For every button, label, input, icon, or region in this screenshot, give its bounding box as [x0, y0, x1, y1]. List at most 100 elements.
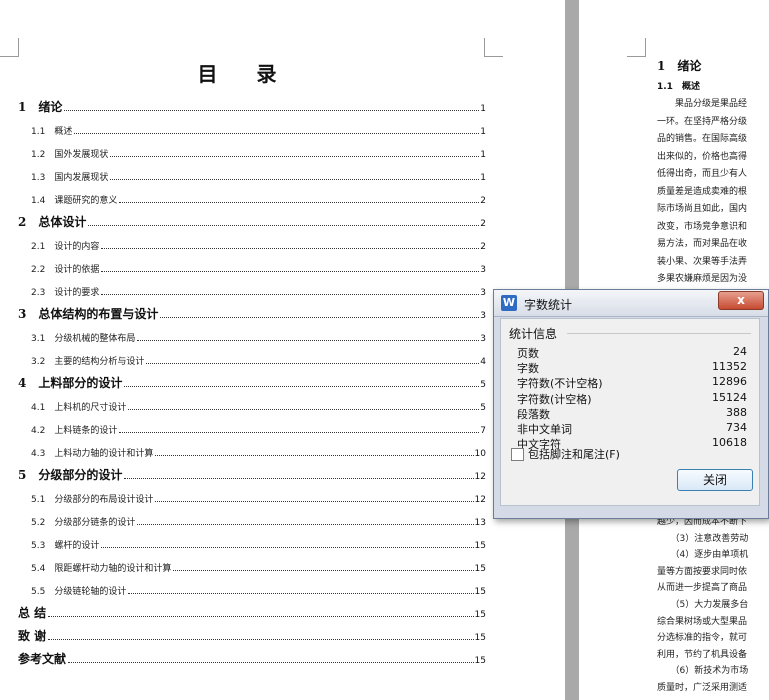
toc-entry[interactable]: 2.2 设计的依据 3: [18, 255, 486, 278]
toc-entry[interactable]: 5.5 分级链轮轴的设计 15: [18, 577, 486, 600]
body-text-line: （4）逐步由单项机: [657, 550, 749, 561]
toc-entry[interactable]: 3.2 主要的结构分析与设计 4: [18, 347, 486, 370]
group-divider: [567, 333, 751, 334]
stat-label: 字数: [517, 362, 539, 376]
toc-entry[interactable]: 5 分级部分的设计 12: [18, 462, 486, 485]
toc-entry-label: 1.2 国外发展现状: [31, 150, 109, 161]
stats-group-label: 统计信息: [509, 327, 558, 341]
toc-entry[interactable]: 5.4 限距螺杆动力轴的设计和计算 15: [18, 554, 486, 577]
toc-entry-label: 2.2 设计的依据: [31, 265, 100, 276]
toc-entry-page: 15: [474, 541, 486, 552]
toc-entry-page: 2: [480, 242, 486, 253]
toc-entry[interactable]: 5.1 分级部分的布局设计设计 12: [18, 485, 486, 508]
toc-leader-dots: [48, 616, 474, 618]
stat-row: 段落数 388: [517, 406, 747, 421]
toc-entry[interactable]: 4.3 上料动力轴的设计和计算 10: [18, 439, 486, 462]
dialog-title: 字数统计: [524, 298, 573, 312]
close-button[interactable]: 关闭: [677, 469, 753, 491]
toc-entry[interactable]: 3 总体结构的布置与设计 3: [18, 301, 486, 324]
stat-label: 字符数(不计空格): [517, 377, 603, 391]
section-heading: 1.1 概述: [657, 82, 700, 92]
toc-entry-page: 1: [480, 104, 486, 115]
toc-entry-label: 2 总体设计: [18, 215, 87, 230]
toc-leader-dots: [101, 248, 480, 250]
body-text-line: 质量时，广泛采用测适: [657, 683, 748, 693]
table-of-contents: 1 绪论 1 1.1 概述 1 1.2 国外发展现状 1 1.3 国内发展现状 1 1.4 课题…: [18, 94, 486, 669]
body-text-line: 改变，市场竞争意识和: [657, 221, 748, 232]
toc-title: 目 录: [197, 62, 293, 86]
toc-entry-page: 10: [474, 449, 486, 460]
toc-entry[interactable]: 5.2 分级部分链条的设计 13: [18, 508, 486, 531]
crop-mark-top-left: [0, 38, 19, 57]
body-text-line: 量等方面按要求同时依: [657, 566, 748, 577]
include-footnotes-label[interactable]: 包括脚注和尾注(F): [528, 446, 620, 462]
toc-entry-label: 2.1 设计的内容: [31, 242, 100, 253]
toc-entry-page: 5: [480, 380, 486, 391]
body-text-line: 出来似的，价格也高得: [657, 151, 748, 162]
wps-writer-icon: W: [501, 295, 517, 311]
toc-entry-page: 2: [480, 219, 486, 230]
toc-entry[interactable]: 2.1 设计的内容 2: [18, 232, 486, 255]
body-text-line: 低得出奇，而且少有人: [657, 169, 748, 179]
toc-entry-page: 3: [480, 334, 486, 345]
toc-entry[interactable]: 5.3 螺杆的设计 15: [18, 531, 486, 554]
toc-entry-label: 1 绪论: [18, 100, 63, 115]
stat-row: 字数 11352: [517, 360, 747, 375]
toc-entry-label: 5 分级部分的设计: [18, 468, 123, 483]
toc-leader-dots: [88, 225, 480, 227]
toc-entry[interactable]: 致 谢 15: [18, 623, 486, 646]
toc-entry[interactable]: 2 总体设计 2: [18, 209, 486, 232]
document-page-left: 目 录 1 绪论 1 1.1 概述 1 1.2 国外发展现状 1 1.3 国内发展现状 1 1.…: [0, 0, 565, 700]
body-text-line: （6）新技术为市场: [657, 666, 749, 677]
toc-entry[interactable]: 4.2 上料链条的设计 7: [18, 416, 486, 439]
stat-label: 段落数: [517, 407, 550, 421]
stat-row: 字符数(不计空格) 12896: [517, 375, 747, 390]
stat-value: 734: [726, 421, 747, 434]
stat-row: 非中文单词 734: [517, 421, 747, 436]
toc-entry-page: 15: [474, 656, 486, 667]
body-text-line: （3）注意改善劳动: [657, 533, 749, 544]
body-text-line: 品的销售。在国际高级: [657, 134, 748, 144]
toc-entry-label: 1.3 国内发展现状: [31, 173, 109, 184]
include-footnotes-checkbox[interactable]: [511, 448, 524, 461]
toc-entry-label: 总 结: [18, 606, 47, 621]
toc-entry-page: 1: [480, 150, 486, 161]
toc-entry[interactable]: 4.1 上料机的尺寸设计 5: [18, 393, 486, 416]
toc-entry-label: 1.1 概述: [31, 127, 73, 138]
toc-entry[interactable]: 2.3 设计的要求 3: [18, 278, 486, 301]
body-text-line: （5）大力发展多台: [657, 600, 749, 610]
close-icon[interactable]: x: [718, 291, 764, 310]
toc-entry[interactable]: 3.1 分级机械的整体布局 3: [18, 324, 486, 347]
stat-value: 11352: [712, 360, 747, 374]
toc-leader-dots: [119, 432, 480, 434]
toc-entry-label: 4.2 上料链条的设计: [31, 426, 118, 437]
toc-entry[interactable]: 总 结 15: [18, 600, 486, 623]
stat-value: 15124: [712, 390, 747, 404]
toc-entry[interactable]: 1 绪论 1: [18, 94, 486, 117]
toc-entry-label: 5.2 分级部分链条的设计: [31, 518, 136, 529]
toc-entry[interactable]: 参考文献 15: [18, 646, 486, 669]
body-text-line: 从而进一步提高了商品: [657, 583, 748, 594]
toc-entry-page: 15: [474, 610, 486, 621]
dialog-titlebar[interactable]: W 字数统计 x: [494, 290, 768, 317]
toc-entry[interactable]: 4 上料部分的设计 5: [18, 370, 486, 393]
toc-leader-dots: [128, 409, 480, 411]
toc-entry[interactable]: 1.1 概述 1: [18, 117, 486, 140]
toc-leader-dots: [68, 662, 474, 664]
toc-entry[interactable]: 1.2 国外发展现状 1: [18, 140, 486, 163]
toc-entry-page: 1: [480, 127, 486, 138]
toc-entry-label: 参考文献: [18, 652, 67, 667]
toc-leader-dots: [64, 110, 480, 112]
stat-value: 388: [726, 405, 747, 419]
dialog-body: 统计信息 页数 24 字数 11352 字符数(不计空格) 12896 字符数(计空格) 15…: [500, 318, 760, 506]
toc-entry[interactable]: 1.3 国内发展现状 1: [18, 163, 486, 186]
toc-entry-label: 5.1 分级部分的布局设计设计: [31, 495, 154, 506]
toc-leader-dots: [173, 570, 474, 572]
toc-leader-dots: [160, 317, 480, 319]
body-text-line: 分选标准的指令，就可: [657, 633, 748, 644]
toc-leader-dots: [155, 501, 474, 503]
toc-entry[interactable]: 1.4 课题研究的意义 2: [18, 186, 486, 209]
word-count-dialog: W 字数统计 x 统计信息 页数 24 字数 11352 字符数(不计空格) 12896 字…: [493, 289, 769, 519]
stat-label: 字符数(计空格): [517, 392, 592, 406]
body-text-line: 一环。在坚持严格分级: [657, 116, 748, 127]
